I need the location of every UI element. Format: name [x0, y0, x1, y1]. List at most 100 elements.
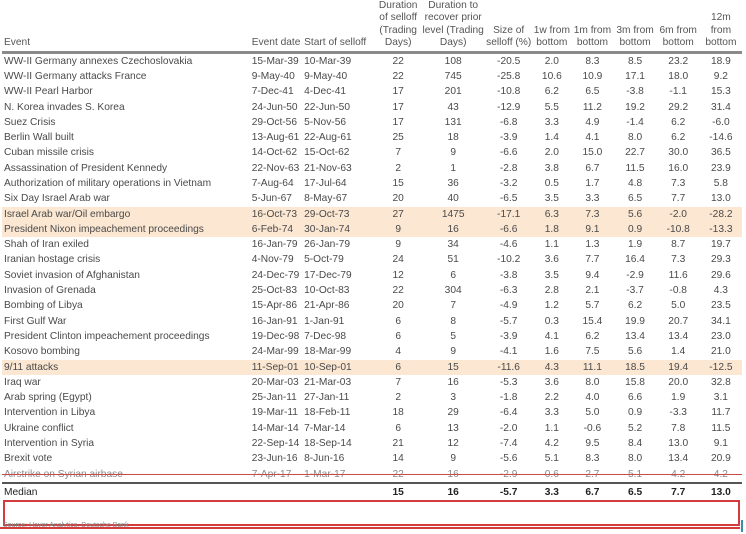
cell-duration: 17: [392, 116, 404, 128]
cell-event-date: 13-Aug-61: [251, 132, 300, 144]
cell-3m: 13.4: [625, 330, 645, 342]
table-row: Intervention in Libya 19-Mar-11 18-Feb-11 1…: [2, 405, 742, 420]
cell-1m: 6.5: [585, 86, 600, 98]
cell-3m: 1.9: [627, 239, 643, 251]
cell-3m: 16.4: [625, 254, 645, 266]
cell-event: Brexit vote: [4, 453, 53, 465]
cell-12m: 21.0: [710, 346, 731, 358]
cell-6m: -1.1: [669, 86, 687, 98]
table-row: Soviet invasion of Afghanistan 24-Dec-79 1…: [2, 268, 742, 283]
cell-1m: 9.5: [585, 438, 600, 450]
cell-3m: 6.5: [627, 193, 643, 205]
cell-1m: 2.7: [571, 467, 614, 483]
median-recover: 16: [421, 481, 486, 501]
cell-recover: 304: [444, 285, 462, 297]
cell-event: WW-II Germany annexes Czechoslovakia: [4, 55, 193, 67]
cell-size: -5.6: [499, 453, 518, 465]
table-row: 9/11 attacks 11-Sep-01 10-Sep-01 6 15 -11.6 4.…: [2, 359, 742, 375]
cell-6m: -3.3: [669, 407, 687, 419]
cell-6m: 4.2: [656, 467, 700, 483]
cell-event: Iranian hostage crisis: [4, 254, 101, 266]
cell-start: 17-Dec-79: [304, 269, 352, 281]
cell-start: 18-Sep-14: [304, 438, 352, 450]
median-3m: 6.5: [613, 481, 657, 501]
table-row: Authorization of military operations in …: [2, 176, 742, 191]
cell-start: 21-Mar-03: [304, 376, 352, 388]
cell-duration: 25: [392, 132, 404, 144]
cell-recover: 5: [450, 330, 456, 342]
cell-event-date: 24-Mar-99: [251, 346, 299, 358]
cell-event-date: 16-Jan-79: [251, 239, 298, 251]
cell-duration: 20: [392, 193, 404, 205]
cell-size: -20.5: [497, 55, 521, 67]
cell-1m: 11.1: [571, 359, 614, 375]
cell-event-date: 22-Sep-14: [251, 438, 300, 450]
col-header-duration-recover: Duration to recover prior level (Trading…: [421, 0, 486, 54]
cell-recover: 7: [450, 300, 456, 312]
cell-12m: 13.0: [710, 193, 731, 205]
cell-duration: 17: [392, 86, 404, 98]
cell-recover: 43: [447, 101, 459, 113]
cell-recover: 29: [447, 407, 459, 419]
cell-recover: 745: [444, 70, 462, 82]
cell-recover: 16: [421, 221, 486, 238]
cell-6m: -2.0: [656, 206, 700, 222]
cell-start: 7-Mar-14: [304, 422, 346, 434]
cell-12m: 11.7: [711, 407, 731, 419]
cell-event: Authorization of military operations in …: [4, 178, 212, 189]
cell-12m: 23.5: [710, 300, 731, 312]
cell-12m: 29.3: [710, 254, 731, 266]
cell-recover: 51: [447, 254, 459, 266]
cell-size: -6.6: [499, 147, 518, 159]
table-row: Brexit vote 23-Jun-16 8-Jun-16 14 9 -5.6 5.1 8.…: [2, 451, 742, 466]
table-row: Assassination of President Kennedy 22-Nov…: [2, 161, 742, 176]
cell-1w: 5.5: [544, 101, 559, 113]
cell-1m: 8.3: [585, 453, 600, 465]
table-row: WW-II Pearl Harbor 7-Dec-41 4-Dec-41 17 201 -…: [2, 84, 742, 99]
cell-size: -3.8: [499, 269, 518, 281]
cell-size: -3.2: [499, 178, 518, 189]
col-header-3m: 3m from bottom: [613, 0, 657, 54]
col-header-1w: 1w from bottom: [532, 0, 572, 54]
cell-recover: 8: [450, 315, 456, 327]
cell-12m: -6.0: [712, 116, 730, 128]
median-empty-start: [303, 481, 376, 501]
cell-duration: 22: [375, 467, 422, 483]
table-row: Bombing of Libya 15-Apr-86 21-Apr-86 20 7 -4.…: [2, 298, 742, 313]
cell-12m: -13.3: [699, 221, 742, 238]
cell-12m: -28.2: [699, 206, 742, 222]
cell-1w: 2.0: [544, 55, 559, 67]
cell-event: Arab spring (Egypt): [4, 392, 92, 404]
cell-12m: 9.1: [713, 438, 728, 450]
cell-size: -3.9: [499, 132, 518, 144]
cell-1m: 11.2: [582, 101, 602, 113]
cell-12m: -12.5: [699, 359, 742, 375]
cell-event: Ukraine conflict: [4, 422, 74, 434]
cell-event-date: 29-Oct-56: [251, 116, 298, 128]
cell-size: -10.2: [497, 254, 521, 266]
cell-start: 18-Feb-11: [304, 407, 351, 419]
cell-12m: 5.8: [713, 178, 728, 189]
table-row: WW-II Germany attacks France 9-May-40 9-Ma…: [2, 69, 742, 84]
cell-event: Intervention in Libya: [4, 407, 96, 419]
cell-12m: 18.9: [710, 55, 731, 67]
cell-1w: 2.0: [544, 147, 559, 159]
cell-duration: 15: [392, 178, 404, 189]
cell-recover: 9: [450, 147, 456, 159]
cell-12m: 11.5: [711, 422, 731, 434]
cell-6m: 7.7: [671, 193, 686, 205]
cell-size: -6.5: [499, 193, 518, 205]
cell-duration: 4: [395, 346, 402, 358]
cell-12m: -14.6: [709, 132, 733, 144]
cell-1m: 1.7: [585, 178, 600, 189]
cell-6m: 18.0: [668, 70, 689, 82]
cell-duration: 20: [392, 300, 404, 312]
cell-duration: 9: [375, 221, 422, 238]
cell-start: 1-Jan-91: [304, 315, 345, 327]
cell-recover: 1475: [421, 206, 486, 222]
cell-event-date: 16-Jan-91: [251, 315, 298, 327]
cell-3m: 11.5: [625, 162, 645, 174]
cell-recover: 108: [444, 55, 462, 67]
cell-event-date: 7-Apr-17: [250, 467, 304, 483]
table-row: First Gulf War 16-Jan-91 1-Jan-91 6 8 -5.7 0.3…: [2, 314, 742, 329]
